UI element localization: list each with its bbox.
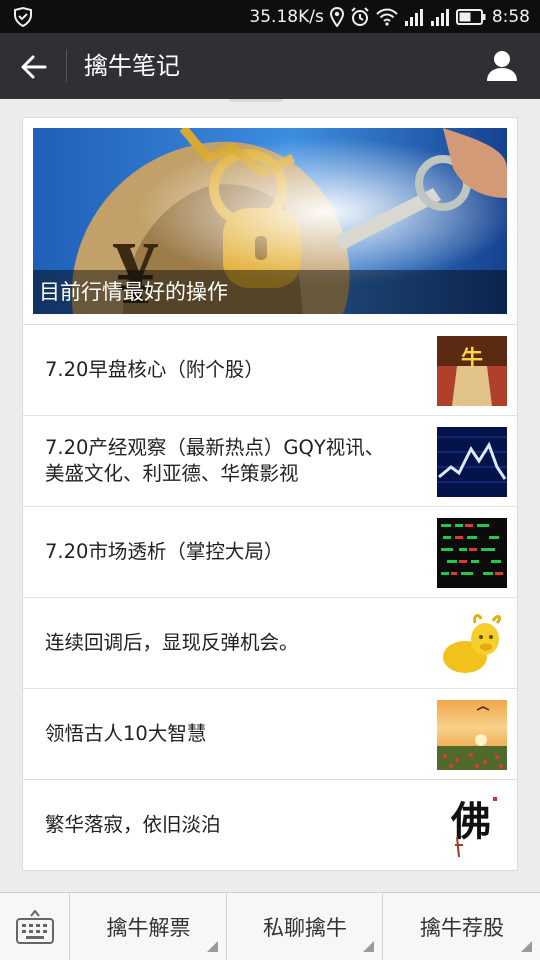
stock-chart-thumbnail [437,427,507,497]
submenu-indicator-icon [207,941,218,952]
sunset-field-thumbnail [437,700,507,770]
cover-article[interactable]: ¥ 目前行情最好的操作 [33,128,507,314]
article-title: 领悟古人10大智慧 [45,722,207,745]
calligraphy-thumbnail: 佛 [437,791,507,861]
alarm-icon [350,6,370,28]
menu-button[interactable]: 擒牛荐股 [384,893,540,960]
article-item[interactable]: 领悟古人10大智慧 [23,688,517,779]
battery-icon [455,6,486,28]
nav-bar: 擒牛笔记 [0,33,540,99]
article-title: 7.20早盘核心（附个股） [45,358,264,381]
article-title: 繁华落寂，依旧淡泊 [45,813,221,836]
clock: 8:58 [491,7,530,27]
article-card: ¥ 目前行情最好的操作 7.20早盘核心（附个股） 牛 7.20产经观察（最新热… [22,117,518,871]
profile-icon[interactable] [484,48,520,84]
status-bar: 35.18K/s 8:58 [0,0,540,33]
menu-button-label: 擒牛荐股 [420,916,504,940]
stock-ticker-board-thumbnail [437,518,507,588]
article-item[interactable]: 连续回调后，显现反弹机会。 [23,597,517,688]
article-title: 7.20产经观察（最新热点）GQY视讯、美盛文化、利亚德、华策影视 [45,436,385,485]
article-item[interactable]: 繁华落寂，依旧淡泊 佛 [23,779,517,870]
article-title: 7.20市场透析（掌控大局） [45,540,284,563]
nav-divider [66,50,67,82]
page-title: 擒牛笔记 [84,52,180,80]
bull-market-thumbnail: 牛 [437,336,507,406]
menu-button[interactable]: 私聊擒牛 [228,893,383,960]
submenu-indicator-icon [521,941,532,952]
cover-caption: 目前行情最好的操作 [33,270,507,314]
network-speed: 35.18K/s [249,7,324,27]
scroll-indicator [230,99,282,102]
menu-button[interactable]: 擒牛解票 [71,893,227,960]
signal-icon [404,6,424,28]
location-icon [329,6,344,28]
submenu-indicator-icon [363,941,374,952]
article-item[interactable]: 7.20早盘核心（附个股） 牛 [23,324,517,415]
wifi-icon [376,6,398,28]
menu-button-label: 私聊擒牛 [263,916,347,940]
svg-text:牛: 牛 [461,346,483,372]
back-arrow-icon[interactable] [14,47,54,87]
golden-ox-thumbnail [437,609,507,679]
menu-button-label: 擒牛解票 [106,916,191,940]
article-title: 连续回调后，显现反弹机会。 [45,631,299,654]
signal-icon [430,6,450,28]
keyboard-icon[interactable] [0,893,70,960]
article-item[interactable]: 7.20市场透析（掌控大局） [23,506,517,597]
shield-icon [12,6,34,28]
article-item[interactable]: 7.20产经观察（最新热点）GQY视讯、美盛文化、利亚德、华策影视 [23,415,517,506]
bottom-menu-bar: 擒牛解票 私聊擒牛 擒牛荐股 [0,892,540,960]
